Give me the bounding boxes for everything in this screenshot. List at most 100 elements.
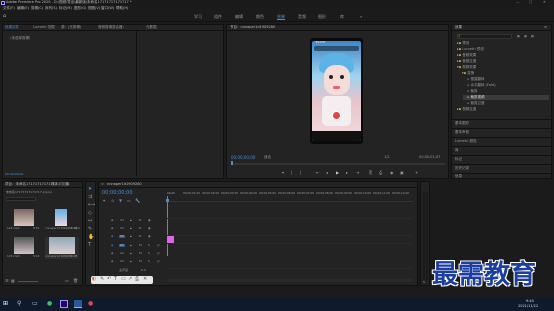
workspace-tab-learn[interactable]: 学习 [194,15,202,19]
pen-tool-icon[interactable]: ✎ [88,227,92,232]
lock-icon[interactable]: 🔒︎ [130,244,132,247]
section-lumetri-color[interactable]: Lumetri 颜色 [455,139,477,144]
lock-icon[interactable]: 🔒︎ [130,219,132,222]
tree-item-video-effects[interactable]: ▾▪ 视频效果 [457,65,476,70]
close-button[interactable]: ✕ [543,0,546,5]
fit-dropdown[interactable]: 适合 [264,155,271,160]
arrow-icon[interactable]: ↗ [128,277,132,282]
insert-icon[interactable]: ⎘ [369,171,372,175]
sequence-tab[interactable]: nnnaper1d1909280 [107,182,142,187]
section-libraries[interactable]: 库 [455,148,459,153]
search-taskbar-icon[interactable]: ⚲ [17,301,21,307]
track-target-a2[interactable]: ◈ [111,252,113,255]
lock-icon[interactable]: 🔒︎ [130,260,132,263]
workspace-tab-color[interactable]: 颜色 [256,15,264,19]
tree-item-transform[interactable]: ▾▪ 变换 [462,71,474,76]
icon-view-icon[interactable]: ▦ [11,279,15,283]
step-back-frame-icon[interactable]: ◂ [326,171,328,175]
tab-lumetri-scopes[interactable]: Lumetri 范围 [33,25,55,30]
section-info[interactable]: 信息 [455,174,462,179]
section-essential-graphics[interactable]: 基本图形 [455,121,469,126]
linked-selection-icon[interactable]: ⊘ [111,199,114,203]
menu-marker[interactable]: 标记(M) [59,6,72,11]
snap-icon[interactable]: ⌖ [103,199,105,203]
screen-capture-icon[interactable]: ◐ [92,277,96,282]
tab-audio-clip-mixer[interactable]: 音频剪辑混合器： [98,25,126,30]
razor-tool-icon[interactable]: ◇ [88,211,92,216]
go-to-out-icon[interactable]: ⇥ [356,171,359,175]
track-label-v1[interactable]: V1 [119,235,125,238]
track-label-a2[interactable]: A2 [119,252,125,255]
tab-effect-controls[interactable]: 效果控件 [5,25,19,30]
menu-graphics[interactable]: 图形(G) [74,6,86,11]
track-target-v1[interactable]: ◈ [111,235,113,238]
timeline-scrollbar[interactable] [167,279,413,282]
track-target-v3[interactable]: ◈ [111,219,113,222]
selection-tool-icon[interactable]: ➤ [88,187,92,192]
video-clip[interactable] [167,236,174,243]
track-label-a3[interactable]: A3 [119,260,125,263]
wrench-icon[interactable]: 🔧 [135,199,140,203]
track-label-v3[interactable]: V3 [119,219,125,222]
workspace-tab-audio[interactable]: 音频 [298,15,306,19]
menu-edit[interactable]: 编辑(E) [17,6,29,11]
tree-item-crop[interactable]: ▫ 裁剪 [467,89,478,94]
home-icon[interactable]: ⌂ [3,14,6,19]
shape-icon[interactable]: ▭ [121,277,126,282]
workspace-tab-graphics[interactable]: 图形 [318,15,326,19]
menu-view[interactable]: 视图(V) [88,6,100,11]
slip-tool-icon[interactable]: ↔ [88,219,92,224]
menu-file[interactable]: 文件(F) [3,6,15,11]
project-item-1[interactable]: 123.mp4 8:19 [7,209,41,231]
tree-item-audio-effects[interactable]: ▸▪ 音频效果 [457,53,476,58]
program-scrubber[interactable] [231,163,445,165]
add-marker-icon[interactable]: ▼ [119,199,122,203]
maximize-button[interactable]: ▢ [529,0,532,5]
track-target-a1[interactable]: ◈ [111,244,113,247]
windows-start-icon[interactable]: ⊞ [3,301,8,307]
tree-item-presets[interactable]: ▸▪ 预设 [457,41,469,46]
mark-in-icon[interactable]: ▾ [282,171,284,175]
solo-button[interactable]: S [148,244,150,247]
workspace-tab-editing[interactable]: 编辑 [235,15,243,19]
zoom-slider[interactable] [18,281,38,282]
step-forward-frame-icon[interactable]: ▸ [346,171,348,175]
timeline-settings-icon[interactable]: ▭ [127,199,131,203]
tab-project[interactable]: 项目：未命名17171717171717 [5,182,57,187]
sync-icon[interactable]: ⇄ [139,219,142,222]
sync-icon[interactable]: ⇄ [139,227,142,230]
tab-metadata[interactable]: 元数据 [146,25,157,30]
mute-button[interactable]: M [139,260,142,263]
overwrite-icon[interactable]: ⎙ [379,171,382,175]
track-target-v2[interactable]: ◈ [111,227,113,230]
track-label-a1[interactable]: A1 [119,244,125,247]
tree-item-video-transitions[interactable]: ▸▪ 视频过渡 [457,107,476,112]
eye-icon[interactable]: ◉ [148,219,151,222]
add-button-icon[interactable]: + [415,171,418,175]
solo-meter-icon[interactable]: S [423,281,425,284]
close-sequence-icon[interactable]: × [101,182,104,187]
effects-search-input[interactable] [457,34,512,39]
resolution-dropdown[interactable]: 1/2 [384,155,390,160]
play-icon[interactable]: ▶ [336,171,339,175]
type-tool-icon[interactable]: T [88,243,91,248]
menu-clip[interactable]: 剪辑(C) [31,6,43,11]
workspace-more-button[interactable]: » [360,15,362,19]
tab-library[interactable]: 库 [66,182,70,187]
solo-button[interactable]: S [148,260,150,263]
eye-icon[interactable]: ◉ [148,227,151,230]
section-markers[interactable]: 标记 [455,157,462,162]
list-view-icon[interactable]: ☰ [5,279,9,283]
section-essential-sound[interactable]: 基本声音 [455,130,469,135]
yuv-effects-icon[interactable]: ▦ [531,35,534,38]
playhead-marker[interactable] [231,161,233,165]
comparison-icon[interactable]: ▣ [400,171,404,175]
word-taskbar-icon[interactable] [74,300,82,308]
app-icon-1[interactable]: ● [47,301,52,307]
mic-icon[interactable]: ◎ [157,260,160,263]
mute-button[interactable]: M [139,244,142,247]
tree-item-audio-transitions[interactable]: ▸▪ 音频过渡 [457,59,476,64]
app-icon-2[interactable]: ● [88,301,93,307]
section-history[interactable]: 历史记录 [455,166,469,171]
hand-tool-icon[interactable]: ✋ [88,235,94,240]
